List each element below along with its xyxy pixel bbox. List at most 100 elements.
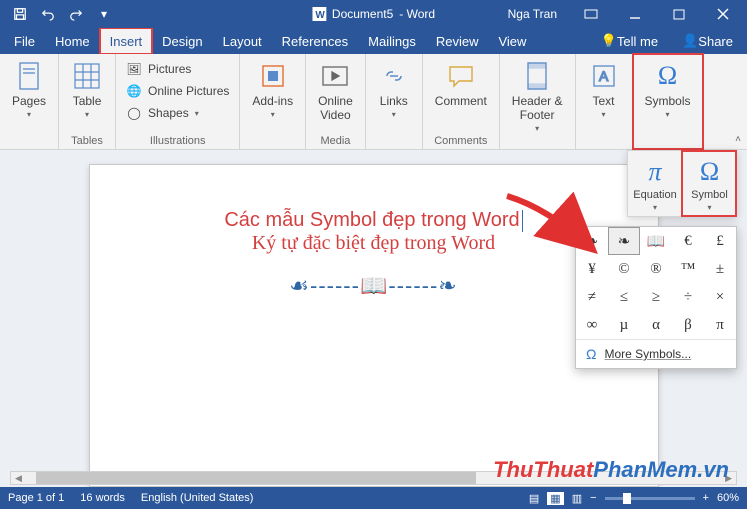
header-footer-button[interactable]: Header & Footer▾: [508, 58, 567, 135]
doc-line-2: Ký tự đặc biệt đẹp trong Word: [146, 232, 602, 255]
symbol-cell[interactable]: ≤: [608, 283, 640, 311]
text-button[interactable]: A Text▾: [584, 58, 624, 121]
symbols-dropdown: π Equation▾ Ω Symbol▾: [627, 150, 737, 217]
symbol-cell[interactable]: £: [704, 227, 736, 255]
statusbar: Page 1 of 1 16 words English (United Sta…: [0, 487, 747, 509]
zoom-level[interactable]: 60%: [717, 492, 739, 504]
group-comments: Comments: [431, 133, 491, 147]
symbol-cell[interactable]: ∞: [576, 311, 608, 339]
status-language[interactable]: English (United States): [141, 492, 254, 504]
pictures-button[interactable]: 🖼Pictures: [124, 58, 231, 80]
word-icon: W: [312, 7, 326, 21]
symbol-cell[interactable]: ©: [608, 255, 640, 283]
zoom-out-icon[interactable]: −: [590, 492, 596, 504]
symbol-cell[interactable]: µ: [608, 311, 640, 339]
window-title: W Document5 - Word: [312, 7, 435, 21]
symbol-cell[interactable]: α: [640, 311, 672, 339]
symbol-cell[interactable]: 📖: [640, 227, 672, 255]
symbol-cell[interactable]: ®: [640, 255, 672, 283]
pages-button[interactable]: Pages▾: [8, 58, 50, 121]
table-icon: [71, 60, 103, 92]
tab-home[interactable]: Home: [45, 28, 100, 54]
table-button[interactable]: Table▾: [67, 58, 107, 121]
links-button[interactable]: Links▾: [374, 58, 414, 121]
symbol-cell[interactable]: ❧: [608, 227, 640, 255]
user-name[interactable]: Nga Tran: [508, 7, 557, 21]
undo-icon[interactable]: [36, 2, 60, 26]
video-icon: [319, 60, 351, 92]
symbol-cell[interactable]: π: [704, 311, 736, 339]
symbols-button[interactable]: Ω Symbols▾: [641, 58, 695, 121]
omega-icon: Ω: [586, 346, 596, 362]
tab-review[interactable]: Review: [426, 28, 489, 54]
online-video-button[interactable]: Online Video: [314, 58, 357, 124]
comment-icon: [445, 60, 477, 92]
ribbon: Pages▾ Table▾ Tables 🖼Pictures 🌐Online P…: [0, 54, 747, 150]
omega-icon: Ω: [652, 60, 684, 92]
close-icon[interactable]: [703, 0, 743, 28]
tab-design[interactable]: Design: [152, 28, 212, 54]
symbol-cell[interactable]: ≥: [640, 283, 672, 311]
doc-dingbats: ☙------📖------❧: [146, 273, 602, 299]
tab-insert[interactable]: Insert: [100, 28, 153, 54]
symbol-cell[interactable]: ™: [672, 255, 704, 283]
addins-button[interactable]: Add-ins▾: [248, 58, 297, 121]
status-page[interactable]: Page 1 of 1: [8, 492, 64, 504]
page[interactable]: Các mẫu Symbol đẹp trong Word Ký tự đặc …: [89, 164, 659, 487]
more-symbols[interactable]: Ω More Symbols...: [576, 339, 736, 368]
titlebar: ▾ W Document5 - Word Nga Tran: [0, 0, 747, 28]
tab-view[interactable]: View: [488, 28, 536, 54]
ribbon-display-icon[interactable]: [571, 0, 611, 28]
symbol-cell[interactable]: ×: [704, 283, 736, 311]
view-read-icon[interactable]: ▤: [529, 492, 539, 505]
scrollbar-thumb[interactable]: [36, 472, 476, 484]
symbol-cell[interactable]: ¥: [576, 255, 608, 283]
app-suffix: - Word: [399, 7, 435, 21]
shapes-icon: ◯: [126, 105, 142, 121]
redo-icon[interactable]: [64, 2, 88, 26]
pictures-icon: 🖼: [126, 61, 142, 77]
text-icon: A: [588, 60, 620, 92]
minimize-icon[interactable]: [615, 0, 655, 28]
svg-text:A: A: [599, 68, 609, 84]
group-media: Media: [314, 133, 357, 147]
tell-me[interactable]: 💡 Tell me: [591, 33, 668, 49]
ribbon-tabs: File Home Insert Design Layout Reference…: [0, 28, 747, 54]
save-icon[interactable]: [8, 2, 32, 26]
collapse-ribbon-icon[interactable]: ˄: [735, 134, 741, 145]
addins-icon: [257, 60, 289, 92]
tab-layout[interactable]: Layout: [213, 28, 272, 54]
online-pictures-icon: 🌐: [126, 83, 142, 99]
online-pictures-button[interactable]: 🌐Online Pictures: [124, 80, 231, 102]
qat-customize-icon[interactable]: ▾: [92, 2, 116, 26]
comment-button[interactable]: Comment: [431, 58, 491, 110]
symbol-cell[interactable]: ≠: [576, 283, 608, 311]
text-cursor: [522, 210, 523, 232]
symbol-cell[interactable]: ❧: [576, 227, 608, 255]
zoom-slider[interactable]: [605, 497, 695, 500]
group-illustrations: Illustrations: [124, 133, 231, 147]
header-footer-icon: [521, 60, 553, 92]
doc-line-1: Các mẫu Symbol đẹp trong Word: [146, 209, 602, 232]
document-name: Document5: [332, 7, 393, 21]
watermark: ThuThuatPhanMem.vn: [493, 457, 729, 483]
view-web-icon[interactable]: ▥: [572, 492, 582, 505]
tab-file[interactable]: File: [4, 28, 45, 54]
symbol-cell[interactable]: €: [672, 227, 704, 255]
links-icon: [378, 60, 410, 92]
symbol-cell[interactable]: ÷: [672, 283, 704, 311]
maximize-icon[interactable]: [659, 0, 699, 28]
status-words[interactable]: 16 words: [80, 492, 125, 504]
view-print-icon[interactable]: ▦: [547, 492, 563, 505]
omega-icon: Ω: [700, 157, 719, 187]
symbol-button[interactable]: Ω Symbol▾: [682, 151, 736, 216]
zoom-in-icon[interactable]: +: [703, 492, 709, 504]
tab-mailings[interactable]: Mailings: [358, 28, 426, 54]
shapes-button[interactable]: ◯Shapes ▾: [124, 102, 231, 124]
symbol-cell[interactable]: β: [672, 311, 704, 339]
equation-button[interactable]: π Equation▾: [628, 151, 682, 216]
pi-icon: π: [648, 157, 661, 187]
tab-references[interactable]: References: [272, 28, 358, 54]
share-button[interactable]: 👤 Share: [672, 33, 743, 49]
symbol-cell[interactable]: ±: [704, 255, 736, 283]
